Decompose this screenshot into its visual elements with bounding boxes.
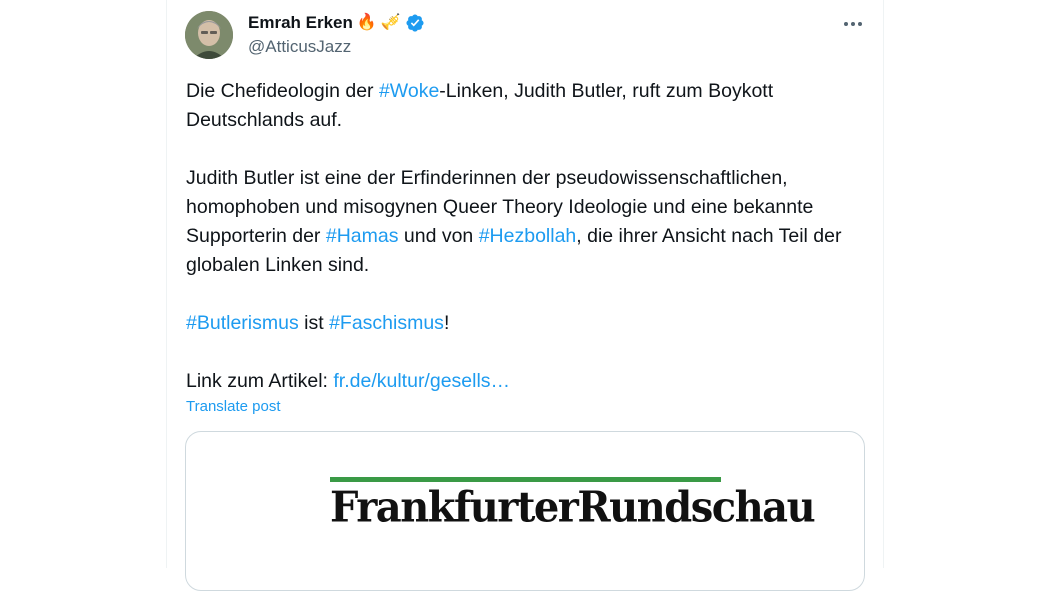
hashtag-link[interactable]: #Woke (379, 80, 439, 102)
hashtag-link[interactable]: #Hamas (326, 225, 399, 247)
avatar-photo (185, 11, 233, 59)
text-segment: und von (398, 225, 479, 247)
hashtag-link[interactable]: #Hezbollah (479, 225, 577, 247)
link-preview-card[interactable]: FrankfurterRundschau (185, 431, 865, 591)
hashtag-link[interactable]: #Butlerismus (186, 312, 299, 334)
fire-emoji-icon: 🔥 (356, 14, 377, 31)
frankfurter-rundschau-logo: FrankfurterRundschau (330, 482, 816, 533)
hashtag-link[interactable]: #Faschismus (329, 312, 444, 334)
trumpet-emoji-icon: 🎺 (380, 14, 401, 31)
tweet-paragraph: Link zum Artikel: fr.de/kultur/gesells… (186, 367, 866, 396)
article-link[interactable]: fr.de/kultur/gesells… (333, 370, 510, 392)
translate-post-button[interactable]: Translate post (186, 398, 281, 415)
tweet-text: Die Chefideologin der #Woke-Linken, Judi… (186, 77, 866, 396)
tweet-paragraph: #Butlerismus ist #Faschismus! (186, 309, 866, 338)
text-segment: Link zum Artikel: (186, 370, 334, 392)
author-avatar[interactable] (185, 11, 233, 59)
text-segment: ist (298, 312, 330, 334)
more-options-icon[interactable] (839, 10, 867, 38)
text-segment: Die Chefideologin der (186, 80, 379, 102)
tweet-paragraph: Die Chefideologin der #Woke-Linken, Judi… (186, 77, 866, 135)
author-name-row: Emrah Erken 🔥 🎺 (248, 12, 425, 34)
tweet-paragraph: Judith Butler ist eine der Erfinderinnen… (186, 164, 866, 280)
author-handle[interactable]: @AtticusJazz (248, 37, 351, 57)
text-segment: ! (443, 312, 450, 334)
logo-green-bar (330, 477, 721, 482)
verified-badge-icon[interactable] (405, 13, 425, 33)
author-display-name[interactable]: Emrah Erken (248, 13, 353, 33)
